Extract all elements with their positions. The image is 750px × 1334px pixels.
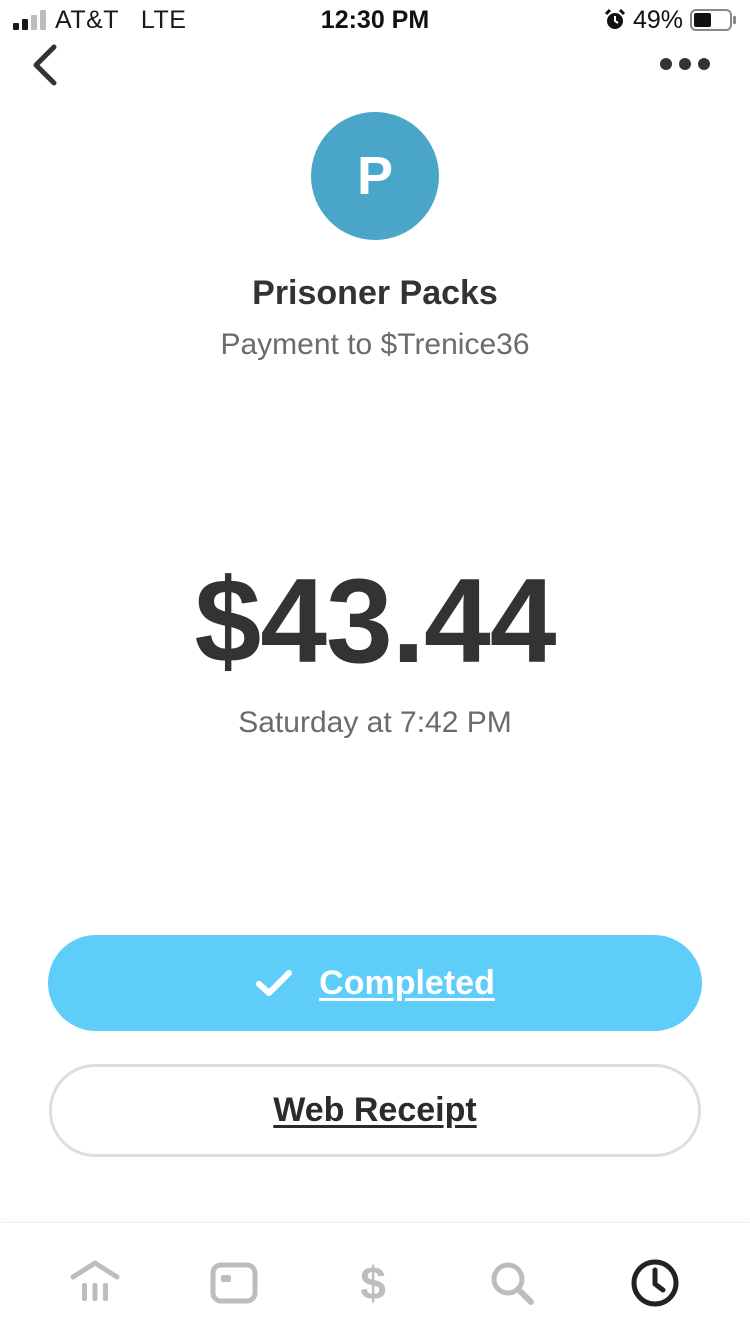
tab-pay[interactable]: $ — [345, 1255, 401, 1311]
ellipsis-icon — [660, 58, 710, 70]
alarm-icon — [604, 9, 626, 29]
web-receipt-label: Web Receipt — [273, 1091, 477, 1129]
tab-search[interactable] — [484, 1255, 540, 1311]
tab-banking[interactable] — [67, 1255, 123, 1311]
battery-percent: 49% — [633, 6, 684, 34]
tab-activity[interactable] — [627, 1255, 683, 1311]
completed-button[interactable]: Completed — [48, 935, 702, 1031]
more-options-button[interactable] — [652, 48, 722, 80]
bank-icon — [70, 1260, 120, 1301]
recipient-name: Prisoner Packs — [252, 274, 498, 312]
payment-amount: $43.44 — [194, 554, 556, 688]
clock-icon — [631, 1259, 679, 1307]
dollar-icon: $ — [360, 1257, 386, 1309]
tab-bar: $ — [0, 1222, 750, 1334]
web-receipt-button[interactable]: Web Receipt — [49, 1064, 701, 1157]
payment-subtitle: Payment to $Trenice36 — [220, 328, 530, 361]
battery-icon — [690, 9, 736, 31]
tab-card[interactable] — [206, 1255, 262, 1311]
chevron-left-icon — [33, 44, 57, 86]
avatar: P — [311, 112, 439, 240]
payment-date: Saturday at 7:42 PM — [238, 706, 512, 739]
status-bar: AT&T LTE 12:30 PM 49% — [0, 0, 750, 40]
checkmark-icon — [256, 970, 293, 996]
card-icon — [210, 1262, 258, 1304]
completed-label: Completed — [319, 963, 495, 1002]
back-button[interactable] — [24, 42, 68, 88]
search-icon — [491, 1262, 534, 1305]
